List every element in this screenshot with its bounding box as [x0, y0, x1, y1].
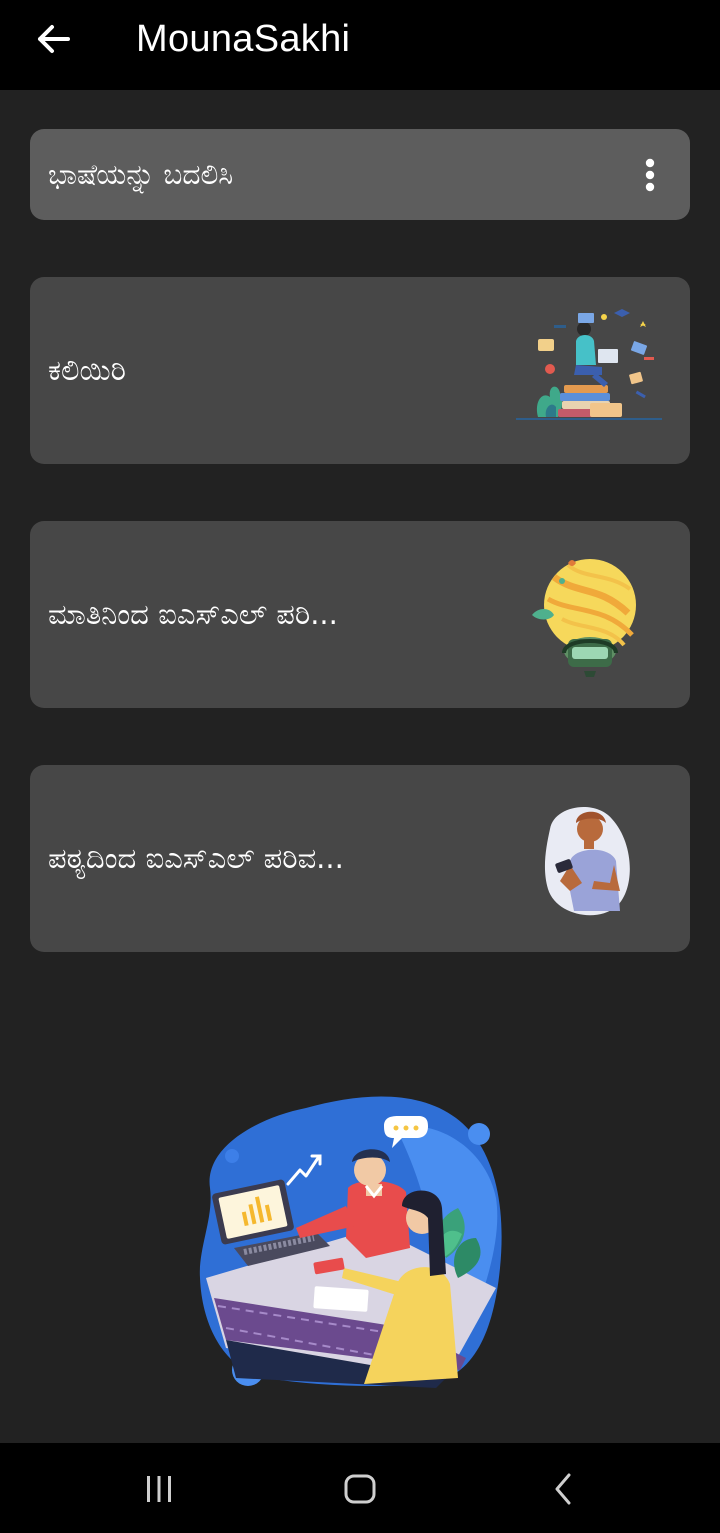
back-button[interactable] [26, 14, 80, 64]
text-to-isl-card-label: ಪಠ್ಯದಿಂದ ಐಎಸ್ಎಲ್ ಪರಿವ... [48, 841, 344, 875]
recent-apps-button[interactable] [124, 1461, 194, 1517]
home-button[interactable] [325, 1461, 395, 1517]
speech-to-isl-card-label: ಮಾತಿನಿಂದ ಐಎಸ್ಎಲ್ ಪರಿ... [48, 597, 338, 631]
student-studying-illustration [516, 309, 662, 420]
change-language-label: ಭಾಷೆಯನ್ನು ಬದಲಿಸಿ [48, 158, 234, 191]
change-language-bar[interactable]: ಭಾಷೆಯನ್ನು ಬದಲಿಸಿ [30, 129, 690, 220]
system-nav-bar [0, 1443, 720, 1533]
home-icon [344, 1474, 376, 1504]
back-chevron-icon [555, 1473, 571, 1505]
app-bar: MounaSakhi [0, 0, 720, 90]
learn-card[interactable]: ಕಲಿಯಿರಿ [30, 277, 690, 464]
speech-to-sign-illustration [532, 559, 636, 677]
more-vertical-icon [645, 158, 655, 192]
system-back-button[interactable] [528, 1461, 598, 1517]
text-to-sign-illustration [544, 806, 630, 916]
arrow-left-icon [38, 25, 70, 53]
team-meeting-illustration [199, 1096, 502, 1388]
speech-to-isl-card[interactable]: ಮಾತಿನಿಂದ ಐಎಸ್ಎಲ್ ಪರಿ... [30, 521, 690, 708]
app-title: MounaSakhi [136, 18, 351, 60]
recent-apps-icon [147, 1476, 171, 1502]
more-options-button[interactable] [632, 154, 668, 196]
learn-card-label: ಕಲಿಯಿರಿ [48, 353, 126, 387]
text-to-isl-card[interactable]: ಪಠ್ಯದಿಂದ ಐಎಸ್ಎಲ್ ಪರಿವ... [30, 765, 690, 952]
